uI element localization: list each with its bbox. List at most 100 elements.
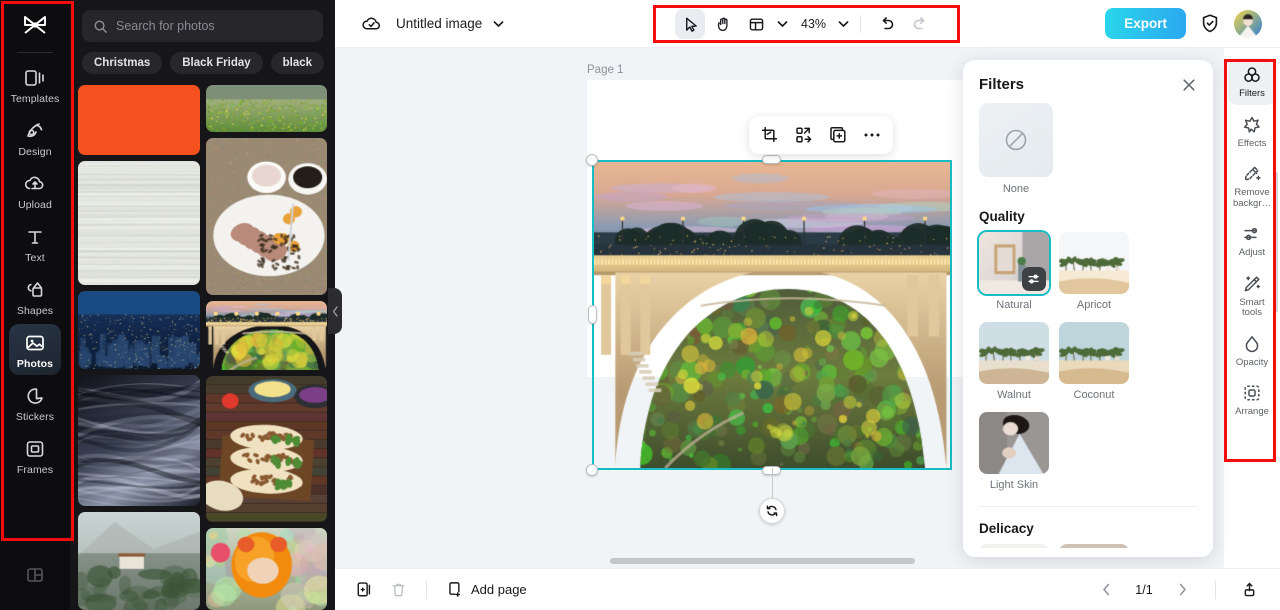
filter-cell-apricot[interactable]: Apricot — [1059, 232, 1129, 312]
tool-adjust[interactable]: Adjust — [1228, 217, 1276, 264]
photo-thumb-mist[interactable] — [78, 511, 200, 610]
photo-thumb-city[interactable] — [78, 291, 200, 369]
export-button[interactable]: Export — [1105, 8, 1186, 39]
photo-thumb-tacos[interactable] — [205, 376, 327, 523]
sidebar-item-label: Stickers — [15, 411, 55, 423]
tool-label: Filters — [1239, 88, 1265, 99]
filter-none-cell[interactable]: None — [979, 103, 1197, 195]
resize-handle-top[interactable] — [762, 155, 781, 164]
sidebar-item-design[interactable]: Design — [9, 112, 61, 163]
photos-icon — [24, 331, 46, 355]
export-page-button[interactable] — [1234, 575, 1264, 605]
panel-collapse-handle[interactable] — [328, 288, 342, 334]
sidebar-item-photos[interactable]: Photos — [9, 324, 61, 375]
panel-layout-icon[interactable] — [9, 558, 61, 592]
tag-chip[interactable]: black — [270, 52, 325, 74]
templates-icon — [24, 66, 46, 90]
duplicate-button[interactable] — [823, 120, 853, 150]
tool-remove-background[interactable]: Remove backgr… — [1228, 157, 1276, 214]
filters-circles-icon — [1242, 64, 1262, 86]
sidebar-item-text[interactable]: Text — [9, 218, 61, 269]
canvas-horizontal-scrollbar[interactable] — [610, 558, 915, 564]
stickers-icon — [24, 384, 46, 408]
add-page-button[interactable]: Add page — [440, 577, 533, 602]
remove-bg-icon — [1242, 163, 1262, 185]
filters-panel-body[interactable]: None Quality Natural Apricot Walnut Coco… — [963, 93, 1213, 548]
shield-check-icon[interactable] — [1200, 13, 1220, 34]
user-avatar[interactable] — [1234, 9, 1262, 38]
tool-filters[interactable]: Filters — [1228, 58, 1276, 105]
redo-button[interactable] — [905, 9, 935, 39]
tag-chip[interactable]: Black Friday — [170, 52, 263, 74]
sidebar-item-stickers[interactable]: Stickers — [9, 377, 61, 428]
page-indicator: 1/1 — [1135, 582, 1153, 597]
tool-opacity[interactable]: Opacity — [1228, 327, 1276, 374]
resize-handle-left[interactable] — [588, 305, 597, 324]
photo-thumb-cosplay[interactable] — [205, 528, 327, 610]
capcut-logo-icon[interactable] — [0, 4, 70, 50]
filter-label: Walnut — [997, 389, 1031, 401]
rotate-handle[interactable] — [759, 498, 785, 524]
crop-button[interactable] — [755, 120, 785, 150]
sidebar-item-templates[interactable]: Templates — [9, 59, 61, 110]
tool-effects[interactable]: Effects — [1228, 108, 1276, 155]
photo-thumb-bridge[interactable] — [205, 301, 327, 371]
filter-label: Apricot — [1076, 299, 1112, 311]
photo-thumb-silk[interactable] — [78, 374, 200, 506]
filter-cell-delicacy-1[interactable] — [979, 544, 1049, 548]
bottom-right-actions: 1/1 — [1091, 575, 1264, 605]
tool-arrange[interactable]: Arrange — [1228, 376, 1276, 423]
tool-label: Arrange — [1235, 406, 1269, 417]
photo-column-right — [205, 85, 327, 610]
right-rail-scrollbar[interactable] — [1274, 172, 1278, 312]
next-page-button[interactable] — [1167, 575, 1197, 605]
filter-thumbnail — [1059, 322, 1129, 384]
photos-panel: Christmas Black Friday black — [70, 0, 335, 610]
layout-tool-button[interactable] — [741, 9, 771, 39]
chevron-down-icon[interactable] — [493, 20, 504, 28]
sliders-icon[interactable] — [1022, 267, 1046, 291]
photo-grid[interactable] — [70, 85, 335, 610]
bottom-toolbar: Add page 1/1 — [335, 568, 1280, 610]
zoom-level-value[interactable]: 43% — [801, 17, 826, 31]
delete-page-button[interactable] — [383, 575, 413, 605]
resize-handle-top-left[interactable] — [586, 154, 598, 166]
search-input[interactable] — [116, 19, 312, 33]
sidebar-item-label: Templates — [10, 93, 60, 105]
undo-button[interactable] — [872, 9, 902, 39]
layout-caret-icon[interactable] — [777, 20, 788, 28]
photo-thumb-field[interactable] — [205, 85, 327, 133]
select-tool-button[interactable] — [675, 9, 705, 39]
add-page-label: Add page — [471, 582, 527, 597]
replace-button[interactable] — [789, 120, 819, 150]
selected-image-element[interactable] — [586, 154, 952, 524]
filter-cell-delicacy-2[interactable] — [1059, 544, 1129, 548]
filter-cell-natural[interactable]: Natural — [979, 232, 1049, 312]
sidebar-item-upload[interactable]: Upload — [9, 165, 61, 216]
photo-thumb-paper[interactable] — [78, 160, 200, 286]
duplicate-page-button[interactable] — [349, 575, 379, 605]
filter-label: Coconut — [1073, 389, 1115, 401]
tool-smart-tools[interactable]: Smart tools — [1228, 267, 1276, 324]
photo-thumb-orange[interactable] — [78, 85, 200, 155]
tag-chip[interactable]: Christmas — [82, 52, 163, 74]
sidebar-item-shapes[interactable]: Shapes — [9, 271, 61, 322]
design-icon — [24, 119, 46, 143]
text-icon — [25, 225, 45, 249]
prev-page-button[interactable] — [1091, 575, 1121, 605]
document-title[interactable]: Untitled image — [396, 16, 482, 31]
filter-cell-coconut[interactable]: Coconut — [1059, 322, 1129, 402]
bottom-divider — [426, 580, 427, 599]
filter-cell-walnut[interactable]: Walnut — [979, 322, 1049, 402]
search-box[interactable] — [82, 10, 323, 42]
filter-thumbnail — [1059, 544, 1129, 548]
sidebar-item-frames[interactable]: Frames — [9, 430, 61, 481]
more-options-button[interactable] — [857, 120, 887, 150]
filter-cell-light-skin[interactable]: Light Skin — [979, 412, 1049, 492]
filters-panel-header: Filters — [963, 60, 1213, 93]
hand-tool-button[interactable] — [708, 9, 738, 39]
close-icon[interactable] — [1181, 77, 1197, 93]
zoom-caret-icon[interactable] — [838, 20, 849, 28]
resize-handle-bottom-left[interactable] — [586, 464, 598, 476]
photo-thumb-meat[interactable] — [205, 138, 327, 296]
